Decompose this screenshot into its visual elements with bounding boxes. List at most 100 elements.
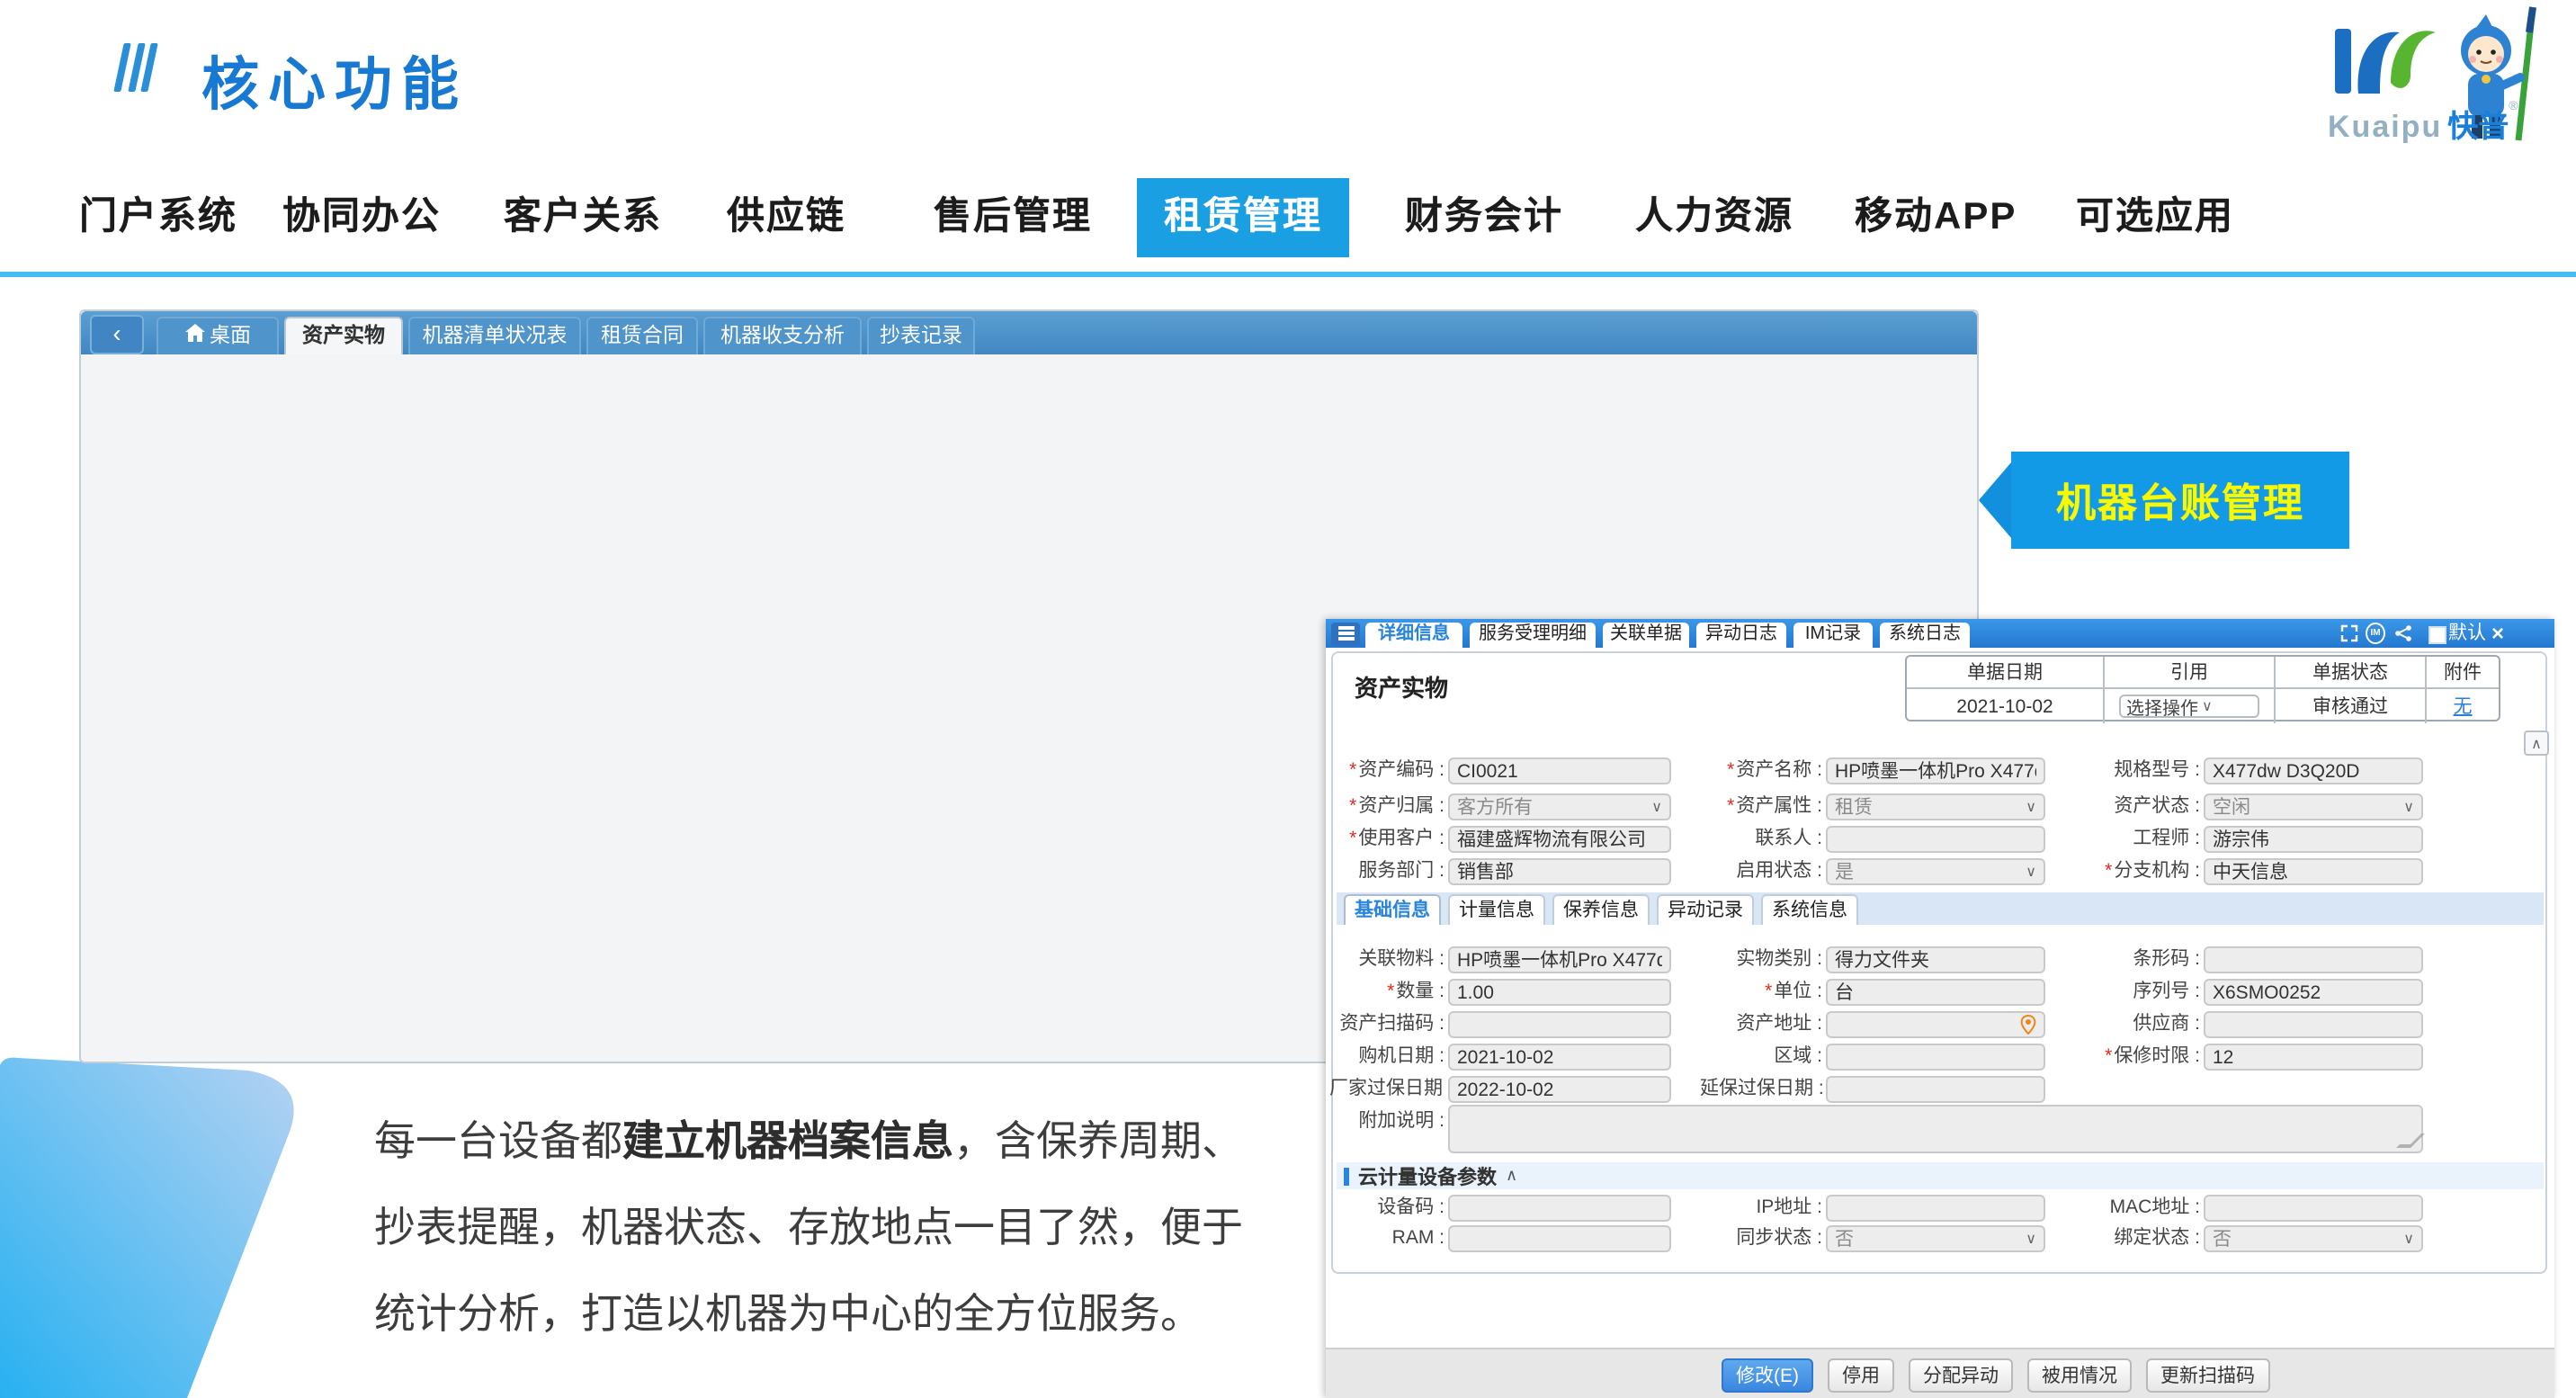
- resize-handle-icon[interactable]: [2396, 1134, 2425, 1148]
- nav-item-9[interactable]: 移动APP: [1855, 178, 2017, 257]
- close-icon[interactable]: ×: [2491, 621, 2504, 646]
- menu-icon[interactable]: [1331, 622, 1360, 645]
- nav-item-3[interactable]: 客户关系: [504, 178, 662, 257]
- panel-footer-button-1[interactable]: 修改(E): [1722, 1358, 1813, 1393]
- logo-latin: Kuaipu: [2328, 110, 2442, 144]
- back-button[interactable]: ‹: [90, 315, 144, 354]
- form-field-select[interactable]: 空闲∨: [2204, 793, 2423, 820]
- notes-textarea[interactable]: [1448, 1105, 2423, 1153]
- window-tab-3[interactable]: 机器清单状况表: [408, 317, 581, 354]
- location-pin-icon[interactable]: [2020, 1015, 2036, 1035]
- form-field-text[interactable]: 游宗伟: [2204, 826, 2423, 853]
- window-tab-5[interactable]: 机器收支分析: [703, 317, 862, 354]
- form-field-text[interactable]: [1448, 1011, 1671, 1038]
- panel-subtab-4[interactable]: 异动记录: [1657, 894, 1754, 925]
- panel-footer-button-5[interactable]: 更新扫描码: [2146, 1358, 2269, 1393]
- nav-item-8[interactable]: 人力资源: [1635, 178, 1793, 257]
- form-field-text[interactable]: [1826, 826, 2045, 853]
- form-label: 实物类别 :: [1700, 946, 1822, 973]
- panel-footer-button-2[interactable]: 停用: [1828, 1358, 1894, 1393]
- form-label: *保修时限 :: [2074, 1044, 2200, 1071]
- form-field-text[interactable]: 销售部: [1448, 858, 1671, 885]
- form-field-text[interactable]: 12: [2204, 1044, 2423, 1071]
- form-label-text: 保修时限 :: [2114, 1045, 2200, 1067]
- form-label: *资产属性 :: [1700, 793, 1822, 820]
- im-icon[interactable]: IM: [2366, 623, 2385, 643]
- panel-tab-2[interactable]: 服务受理明细: [1470, 623, 1596, 648]
- default-checkbox[interactable]: [2428, 626, 2446, 644]
- attachment-link[interactable]: 无: [2454, 693, 2473, 720]
- form-field-select[interactable]: 否∨: [1826, 1225, 2045, 1252]
- form-field-value: 福建盛辉物流有限公司: [1457, 826, 1662, 853]
- form-field-text[interactable]: [1826, 1011, 2045, 1038]
- form-label-text: 规格型号 :: [2114, 759, 2200, 781]
- window-tab-4[interactable]: 租赁合同: [586, 317, 698, 354]
- nav-item-7[interactable]: 财务会计: [1405, 178, 1563, 257]
- form-field-text[interactable]: [1826, 1195, 2045, 1222]
- action-select[interactable]: 选择操作∨: [2119, 695, 2259, 718]
- form-field-text[interactable]: 2021-10-02: [1448, 1044, 1671, 1071]
- chevron-down-icon: ∨: [2026, 1231, 2036, 1247]
- nav-item-4[interactable]: 供应链: [727, 178, 845, 257]
- section-collapse-icon[interactable]: ∧: [1506, 1166, 1517, 1186]
- form-field-text[interactable]: 1.00: [1448, 979, 1671, 1006]
- window-tab-label: 机器清单状况表: [423, 318, 568, 355]
- description-line-1: 每一台设备都建立机器档案信息，含保养周期、: [374, 1098, 1243, 1184]
- form-field-select[interactable]: 客方所有∨: [1448, 793, 1671, 820]
- expand-icon[interactable]: [2339, 623, 2358, 643]
- form-field-text[interactable]: 福建盛辉物流有限公司: [1448, 826, 1671, 853]
- panel-tab-1[interactable]: 详细信息: [1365, 623, 1462, 648]
- form-label: 序列号 :: [2074, 979, 2200, 1006]
- form-field-text[interactable]: 得力文件夹: [1826, 946, 2045, 973]
- form-label: MAC地址 :: [2074, 1195, 2200, 1222]
- form-label-text: IP地址 :: [1756, 1196, 1822, 1218]
- form-field-text[interactable]: HP喷墨一体机Pro X477dw D3Q: [1826, 757, 2045, 784]
- panel-tab-6[interactable]: 系统日志: [1880, 623, 1970, 648]
- panel-subtab-3[interactable]: 保养信息: [1552, 894, 1650, 925]
- form-field-value: 2021-10-02: [1457, 1046, 1662, 1068]
- form-field-text[interactable]: [2204, 1195, 2423, 1222]
- form-field-select[interactable]: 是∨: [1826, 858, 2045, 885]
- form-field-text[interactable]: [2204, 1011, 2423, 1038]
- form-field-select[interactable]: 否∨: [2204, 1225, 2423, 1252]
- collapse-up-icon[interactable]: ∧: [2524, 730, 2549, 756]
- window-tab-6[interactable]: 抄表记录: [867, 317, 975, 354]
- doc-info-table: 单据日期引用单据状态附件2021-10-02选择操作∨审核通过无: [1905, 655, 2500, 721]
- form-label: *资产归属 :: [1329, 793, 1445, 820]
- form-field-text[interactable]: CI0021: [1448, 757, 1671, 784]
- panel-tab-5[interactable]: IM记录: [1793, 623, 1873, 648]
- form-field-text[interactable]: X477dw D3Q20D: [2204, 757, 2423, 784]
- nav-item-2[interactable]: 协同办公: [282, 178, 441, 257]
- kuaipu-logo: Kuaipu快普®: [2321, 4, 2565, 158]
- nav-item-5[interactable]: 售后管理: [934, 178, 1092, 257]
- form-label: 厂家过保日期 :: [1329, 1076, 1445, 1103]
- form-field-text[interactable]: [1826, 1076, 2045, 1103]
- nav-item-6[interactable]: 租赁管理: [1137, 178, 1349, 257]
- panel-tab-4[interactable]: 异动日志: [1696, 623, 1786, 648]
- nav-item-10[interactable]: 可选应用: [2076, 178, 2234, 257]
- panel-footer-button-4[interactable]: 被用情况: [2027, 1358, 2132, 1393]
- panel-subtab-2[interactable]: 计量信息: [1448, 894, 1545, 925]
- form-field-text[interactable]: 中天信息: [2204, 858, 2423, 885]
- form-label: 区域 :: [1700, 1044, 1822, 1071]
- window-tab-1[interactable]: 桌面: [157, 317, 279, 354]
- form-label-text: 资产编码 :: [1358, 759, 1445, 781]
- form-field-text[interactable]: 2022-10-02: [1448, 1076, 1671, 1103]
- panel-footer-button-3[interactable]: 分配异动: [1909, 1358, 2013, 1393]
- panel-subtab-1[interactable]: 基础信息: [1344, 894, 1441, 925]
- nav-item-1[interactable]: 门户系统: [79, 178, 237, 257]
- form-field-text[interactable]: [1448, 1225, 1671, 1252]
- form-label: 启用状态 :: [1700, 858, 1822, 885]
- form-field-text[interactable]: [2204, 946, 2423, 973]
- form-field-text[interactable]: [1826, 1044, 2045, 1071]
- form-field-text[interactable]: X6SMO0252: [2204, 979, 2423, 1006]
- form-field-text[interactable]: [1448, 1195, 1671, 1222]
- panel-subtab-5[interactable]: 系统信息: [1761, 894, 1858, 925]
- window-tab-2[interactable]: 资产实物: [284, 317, 403, 354]
- form-field-text[interactable]: 台: [1826, 979, 2045, 1006]
- share-icon[interactable]: [2393, 623, 2412, 643]
- form-field-text[interactable]: HP喷墨一体机Pro X477dw D3(: [1448, 946, 1671, 973]
- form-field-select[interactable]: 租赁∨: [1826, 793, 2045, 820]
- doc-action-cell: 选择操作∨: [2105, 689, 2276, 723]
- panel-tab-3[interactable]: 关联单据: [1603, 623, 1689, 648]
